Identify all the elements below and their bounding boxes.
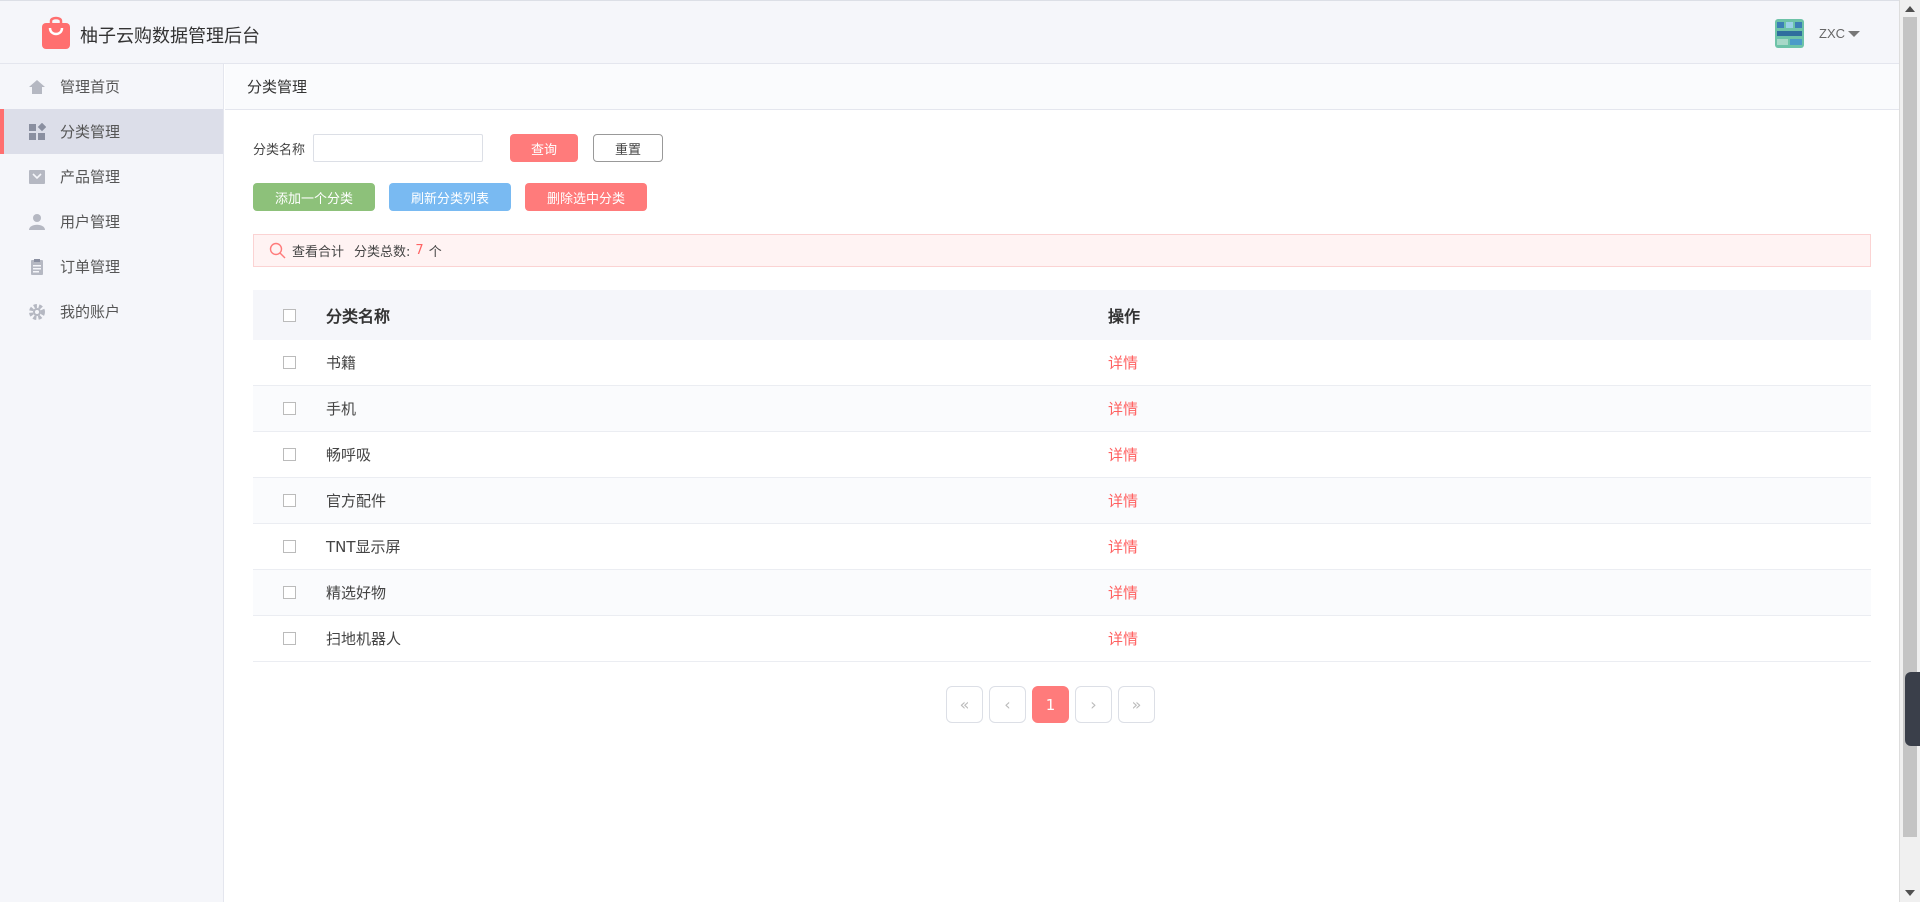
sidebar-item-home[interactable]: 管理首页 bbox=[0, 64, 223, 109]
detail-link[interactable]: 详情 bbox=[1108, 400, 1138, 418]
side-widget-handle[interactable] bbox=[1905, 672, 1920, 746]
select-all-checkbox[interactable] bbox=[283, 308, 296, 322]
summary-bar: 查看合计 分类总数: 7 个 bbox=[253, 234, 1871, 267]
table-row: 官方配件 详情 bbox=[253, 478, 1871, 524]
row-checkbox[interactable] bbox=[283, 448, 296, 461]
prev-page-button[interactable]: ‹ bbox=[989, 686, 1026, 723]
pagination: « ‹ 1 › » bbox=[946, 686, 1161, 723]
detail-link[interactable]: 详情 bbox=[1108, 492, 1138, 510]
row-checkbox[interactable] bbox=[283, 494, 296, 507]
search-row: 分类名称 查询 重置 bbox=[253, 134, 664, 162]
detail-link[interactable]: 详情 bbox=[1108, 354, 1138, 372]
row-checkbox[interactable] bbox=[283, 632, 296, 645]
summary-count: 7 bbox=[415, 243, 424, 258]
sidebar-item-label: 管理首页 bbox=[60, 78, 121, 96]
first-page-button[interactable]: « bbox=[946, 686, 983, 723]
row-checkbox[interactable] bbox=[283, 402, 296, 415]
table-row: 精选好物 详情 bbox=[253, 570, 1871, 616]
sidebar-item-label: 用户管理 bbox=[60, 213, 121, 231]
add-category-button[interactable]: 添加一个分类 bbox=[253, 183, 375, 211]
scroll-down-arrow-icon[interactable] bbox=[1905, 890, 1915, 896]
table-header: 分类名称 操作 bbox=[253, 290, 1871, 340]
sidebar-item-user[interactable]: 用户管理 bbox=[0, 199, 223, 244]
vertical-scrollbar[interactable] bbox=[1899, 0, 1920, 902]
user-icon bbox=[28, 213, 46, 231]
sidebar-item-account[interactable]: 我的账户 bbox=[0, 289, 223, 334]
gear-icon bbox=[28, 303, 46, 321]
main-content: 分类管理 分类名称 查询 重置 添加一个分类 刷新分类列表 删除选中分类 查看合… bbox=[225, 64, 1899, 902]
delete-selected-button[interactable]: 删除选中分类 bbox=[525, 183, 647, 211]
detail-link[interactable]: 详情 bbox=[1108, 584, 1138, 602]
row-checkbox[interactable] bbox=[283, 540, 296, 553]
row-checkbox[interactable] bbox=[283, 586, 296, 599]
category-name: 扫地机器人 bbox=[326, 630, 402, 648]
app-title: 柚子云购数据管理后台 bbox=[80, 26, 260, 47]
refresh-list-button[interactable]: 刷新分类列表 bbox=[389, 183, 511, 211]
category-name: 手机 bbox=[326, 400, 357, 418]
detail-link[interactable]: 详情 bbox=[1108, 630, 1138, 648]
category-name: TNT显示屏 bbox=[326, 538, 401, 556]
user-name[interactable]: ZXC bbox=[1819, 26, 1845, 41]
table-row: 畅呼吸 详情 bbox=[253, 432, 1871, 478]
column-header-name: 分类名称 bbox=[326, 307, 391, 326]
current-page-button[interactable]: 1 bbox=[1032, 686, 1069, 723]
next-page-button[interactable]: › bbox=[1075, 686, 1112, 723]
column-header-action: 操作 bbox=[1108, 307, 1141, 326]
summary-label: 分类总数: bbox=[354, 245, 411, 260]
sidebar-item-label: 产品管理 bbox=[60, 168, 121, 186]
table-row: TNT显示屏 详情 bbox=[253, 524, 1871, 570]
sidebar: 管理首页 分类管理 产品管理 用户管理 订单管理 我的账户 bbox=[0, 64, 224, 902]
category-name: 官方配件 bbox=[326, 492, 387, 510]
product-icon bbox=[28, 168, 46, 186]
summary-unit: 个 bbox=[428, 245, 442, 260]
home-icon bbox=[28, 78, 46, 96]
top-bar: 柚子云购数据管理后台 ZXC bbox=[0, 0, 1899, 64]
breadcrumb: 分类管理 bbox=[225, 64, 1899, 110]
detail-link[interactable]: 详情 bbox=[1108, 538, 1138, 556]
scroll-up-arrow-icon[interactable] bbox=[1905, 6, 1915, 12]
chevron-down-icon[interactable] bbox=[1848, 31, 1860, 37]
summary-title: 查看合计 bbox=[292, 245, 345, 260]
sidebar-item-product[interactable]: 产品管理 bbox=[0, 154, 223, 199]
search-label: 分类名称 bbox=[253, 142, 306, 158]
reset-button[interactable]: 重置 bbox=[593, 134, 664, 162]
category-name-input[interactable] bbox=[313, 134, 484, 162]
action-row: 添加一个分类 刷新分类列表 删除选中分类 bbox=[253, 183, 647, 211]
row-checkbox[interactable] bbox=[283, 356, 296, 369]
sidebar-item-order[interactable]: 订单管理 bbox=[0, 244, 223, 289]
sidebar-item-label: 我的账户 bbox=[60, 303, 121, 321]
query-button[interactable]: 查询 bbox=[510, 134, 579, 162]
table-row: 手机 详情 bbox=[253, 386, 1871, 432]
table-row: 扫地机器人 详情 bbox=[253, 616, 1871, 662]
table-body: 书籍 详情 手机 详情 畅呼吸 详情 官方配件 详情 TNT显示屏 详情 精选好… bbox=[253, 340, 1871, 662]
table-row: 书籍 详情 bbox=[253, 340, 1871, 386]
detail-link[interactable]: 详情 bbox=[1108, 446, 1138, 464]
category-name: 畅呼吸 bbox=[326, 446, 372, 464]
avatar[interactable] bbox=[1775, 19, 1804, 48]
category-icon bbox=[28, 122, 46, 141]
sidebar-item-label: 分类管理 bbox=[60, 123, 121, 141]
search-icon bbox=[269, 242, 286, 259]
order-icon bbox=[28, 258, 46, 276]
sidebar-item-label: 订单管理 bbox=[60, 258, 121, 276]
last-page-button[interactable]: » bbox=[1118, 686, 1155, 723]
category-table: 分类名称 操作 书籍 详情 手机 详情 畅呼吸 详情 官方配件 详情 TNT显示… bbox=[253, 290, 1871, 662]
category-name: 书籍 bbox=[326, 354, 357, 372]
category-name: 精选好物 bbox=[326, 584, 387, 602]
sidebar-item-category[interactable]: 分类管理 bbox=[0, 109, 223, 154]
shopping-bag-logo-icon bbox=[42, 16, 70, 49]
